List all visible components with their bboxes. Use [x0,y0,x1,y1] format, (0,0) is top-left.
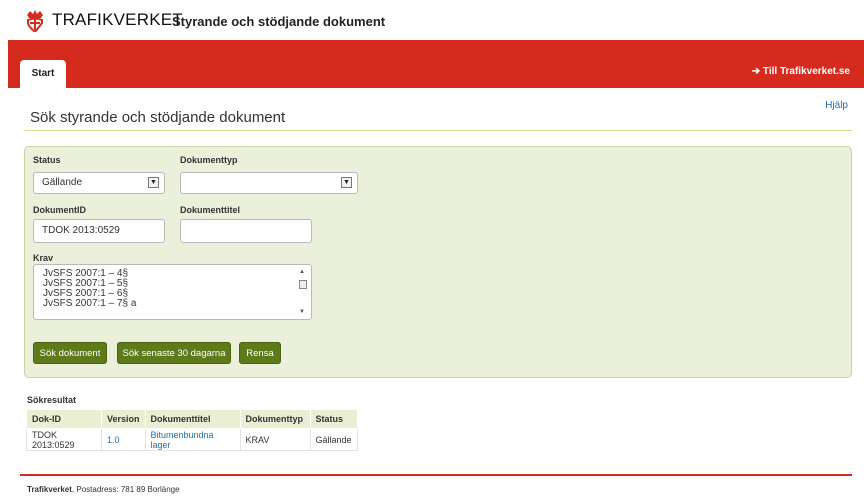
cell-title-link[interactable]: Bitumenbundna lager [144,428,241,451]
doctitle-input[interactable] [180,219,312,243]
search-recent-button[interactable]: Sök senaste 30 dagarna [117,342,231,364]
krav-listbox[interactable]: JvSFS 2007:1 – 4§ JvSFS 2007:1 – 5§ JvSF… [33,264,312,320]
help-link[interactable]: Hjälp [825,100,848,111]
search-button[interactable]: Sök dokument [33,342,107,364]
site-title: Styrande och stödjande dokument [172,14,386,29]
cell-docid: TDOK 2013:0529 [26,428,102,451]
search-panel: Status Gällande ▼ Dokumenttyp ▼ Dokument… [24,146,852,378]
col-header: Status [309,409,358,429]
footer-org: Trafikverket [27,485,72,494]
krav-scrollbar[interactable]: ▲ ▼ [298,269,308,315]
chevron-down-icon[interactable]: ▼ [148,177,159,188]
footer-divider [20,474,852,476]
brand-name: TRAFIKVERKET [52,10,183,29]
krav-option[interactable]: JvSFS 2007:1 – 7§ a [43,299,311,309]
col-header: Version [101,409,146,429]
tab-start[interactable]: Start [20,60,66,88]
col-header: Dokumenttyp [239,409,311,429]
status-select[interactable]: Gällande ▼ [33,172,165,194]
clear-button[interactable]: Rensa [239,342,281,364]
table-header-row: Dok-ID Version Dokumenttitel Dokumenttyp… [26,409,358,429]
trafikverket-logo[interactable]: TRAFIKVERKET [24,8,183,32]
status-label: Status [33,155,61,165]
doctype-select[interactable]: ▼ [180,172,358,194]
status-select-value: Gällande [42,177,83,188]
title-divider [24,130,852,131]
results-title: Sökresultat [27,395,77,405]
footer-address: , Postadress: 781 89 Borlänge [71,485,180,494]
docid-input[interactable]: TDOK 2013:0529 [33,219,165,243]
cell-doctype: KRAV [239,428,311,451]
page-title: Sök styrande och stödjande dokument [30,109,286,126]
scroll-down-icon[interactable]: ▼ [299,309,305,315]
scroll-up-icon[interactable]: ▲ [299,269,305,275]
table-row: TDOK 2013:0529 1.0 Bitumenbundna lager K… [26,428,358,451]
scroll-thumb[interactable] [299,280,307,289]
col-header: Dokumenttitel [144,409,241,429]
doctitle-label: Dokumenttitel [180,205,241,215]
doctype-label: Dokumenttyp [180,155,238,165]
nav-bar: Start ➔ Till Trafikverket.se [8,40,864,88]
docid-label: DokumentID [33,205,87,215]
results-table: Dok-ID Version Dokumenttitel Dokumenttyp… [26,409,358,451]
chevron-down-icon[interactable]: ▼ [341,177,352,188]
footer: Trafikverket, Postadress: 781 89 Borläng… [27,485,180,494]
crown-icon [27,10,43,32]
top-header: TRAFIKVERKET Styrande och stödjande doku… [0,0,864,40]
cell-version-link[interactable]: 1.0 [101,428,146,451]
cell-status: Gällande [309,428,358,451]
krav-label: Krav [33,253,54,263]
to-trafikverket-link[interactable]: ➔ Till Trafikverket.se [752,66,850,77]
col-header: Dok-ID [26,409,102,429]
